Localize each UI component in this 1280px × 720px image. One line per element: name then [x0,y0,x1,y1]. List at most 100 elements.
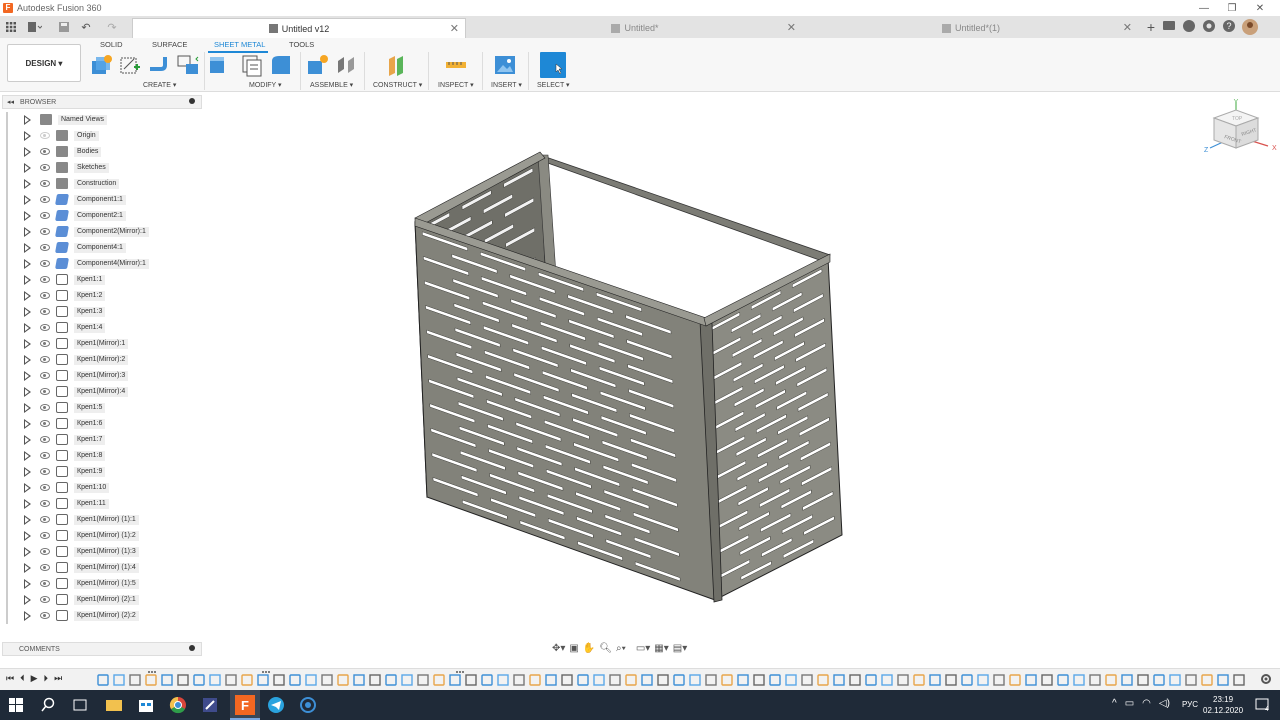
timeline-feature-icon[interactable] [625,674,637,686]
play-icon[interactable]: ▶ [31,673,38,684]
expand-arrow-icon[interactable] [24,227,31,237]
file-menu-icon[interactable] [27,19,43,35]
timeline-feature-icon[interactable] [385,674,397,686]
visibility-eye-icon[interactable] [40,228,50,235]
browser-item[interactable]: Креп1(Mirror) (2):2 [0,608,204,624]
orbit-icon[interactable]: ✥▾ [552,643,565,654]
browser-item[interactable]: Construction [0,176,204,192]
timeline-feature-icon[interactable] [433,674,445,686]
close-tab-icon[interactable]: ✕ [1123,21,1132,34]
timeline-feature-icon[interactable] [785,674,797,686]
timeline-feature-icon[interactable] [753,674,765,686]
timeline-feature-icon[interactable] [865,674,877,686]
expand-arrow-icon[interactable] [24,611,31,621]
visibility-eye-icon[interactable] [40,500,50,507]
offset-plane-icon[interactable] [385,53,409,77]
extensions-icon[interactable] [1182,19,1196,33]
visibility-eye-icon[interactable] [40,260,50,267]
expand-arrow-icon[interactable] [24,307,31,317]
timeline-feature-icon[interactable] [273,674,285,686]
timeline-feature-icon[interactable] [641,674,653,686]
expand-arrow-icon[interactable] [24,419,31,429]
timeline-feature-icon[interactable] [481,674,493,686]
timeline-feature-icon[interactable] [657,674,669,686]
timeline-feature-icon[interactable] [801,674,813,686]
timeline-feature-icon[interactable] [113,674,125,686]
visibility-eye-icon[interactable] [40,132,50,139]
timeline-feature-icon[interactable] [289,674,301,686]
timeline-feature-icon[interactable] [369,674,381,686]
save-icon[interactable] [56,19,72,35]
timeline-feature-icon[interactable] [177,674,189,686]
expand-arrow-icon[interactable] [24,387,31,397]
wifi-icon[interactable]: ◠ [1142,698,1151,709]
timeline-feature-icon[interactable] [849,674,861,686]
expand-arrow-icon[interactable] [24,483,31,493]
expand-arrow-icon[interactable] [24,323,31,333]
minimize-button[interactable]: — [1190,0,1218,16]
expand-arrow-icon[interactable] [24,563,31,573]
browser-item[interactable]: Креп1:7 [0,432,204,448]
browser-item[interactable]: Креп1:5 [0,400,204,416]
app-icon[interactable] [200,695,220,715]
telegram-icon[interactable] [266,695,286,715]
timeline-feature-icon[interactable] [417,674,429,686]
browser-item[interactable]: Named Views [0,112,204,128]
view-cube[interactable]: Y X Z FRONT RIGHT TOP [1202,98,1278,164]
timeline-feature-icon[interactable] [321,674,333,686]
browser-pin-icon[interactable] [189,98,195,104]
browser-item[interactable]: Bodies [0,144,204,160]
tab-surface[interactable]: SURFACE [152,40,187,49]
group-modify[interactable]: MODIFY ▾ [249,81,282,89]
expand-arrow-icon[interactable] [24,531,31,541]
fillet-icon[interactable] [269,53,293,77]
timeline-feature-icon[interactable] [961,674,973,686]
expand-arrow-icon[interactable] [24,467,31,477]
new-component-icon[interactable] [89,53,113,77]
timeline-feature-icon[interactable] [1201,674,1213,686]
timeline-feature-icon[interactable] [721,674,733,686]
browser-item[interactable]: Креп1(Mirror) (1):2 [0,528,204,544]
timeline-feature-icon[interactable] [225,674,237,686]
timeline-feature-icon[interactable] [737,674,749,686]
timeline-feature-icon[interactable] [1121,674,1133,686]
timeline-feature-icon[interactable] [1169,674,1181,686]
timeline-feature-icon[interactable] [241,674,253,686]
expand-arrow-icon[interactable] [24,163,31,173]
timeline-feature-icon[interactable] [561,674,573,686]
browser-item[interactable]: Креп1:6 [0,416,204,432]
browser-header[interactable]: ◂◂ BROWSER [2,95,202,109]
fit-icon[interactable]: ⌕▾ [616,643,626,654]
timeline-feature-icon[interactable] [1217,674,1229,686]
task-view-icon[interactable] [70,695,90,715]
tab-tools[interactable]: TOOLS [289,40,314,49]
timeline-feature-icon[interactable] [1137,674,1149,686]
browser-item[interactable]: Креп1:11 [0,496,204,512]
timeline-feature-icon[interactable] [945,674,957,686]
timeline-feature-icon[interactable] [529,674,541,686]
timeline-feature-icon[interactable] [993,674,1005,686]
browser-item[interactable]: Креп1(Mirror) (2):1 [0,592,204,608]
job-status-icon[interactable] [1162,19,1176,33]
timeline-feature-icon[interactable] [897,674,909,686]
redo-icon[interactable]: ↷ [104,19,120,35]
expand-arrow-icon[interactable] [24,547,31,557]
timeline-feature-icon[interactable] [513,674,525,686]
timeline-feature-icon[interactable] [817,674,829,686]
chrome-icon[interactable] [168,695,188,715]
windows-start-icon[interactable] [6,695,26,715]
expand-arrow-icon[interactable] [24,435,31,445]
close-window-button[interactable]: ✕ [1246,0,1274,16]
expand-arrow-icon[interactable] [24,275,31,285]
press-pull-icon[interactable] [205,53,229,77]
expand-arrow-icon[interactable] [24,371,31,381]
visibility-eye-icon[interactable] [40,404,50,411]
browser-item[interactable]: Креп1(Mirror):2 [0,352,204,368]
browser-item[interactable]: Креп1(Mirror):3 [0,368,204,384]
maximize-button[interactable]: ❐ [1218,0,1246,16]
timeline-feature-icon[interactable] [1153,674,1165,686]
timeline-feature-icon[interactable] [833,674,845,686]
group-construct[interactable]: CONSTRUCT ▾ [373,81,422,89]
clock-date[interactable]: 02.12.2020 [1203,706,1243,715]
go-to-end-icon[interactable]: ⏭ [54,673,62,684]
